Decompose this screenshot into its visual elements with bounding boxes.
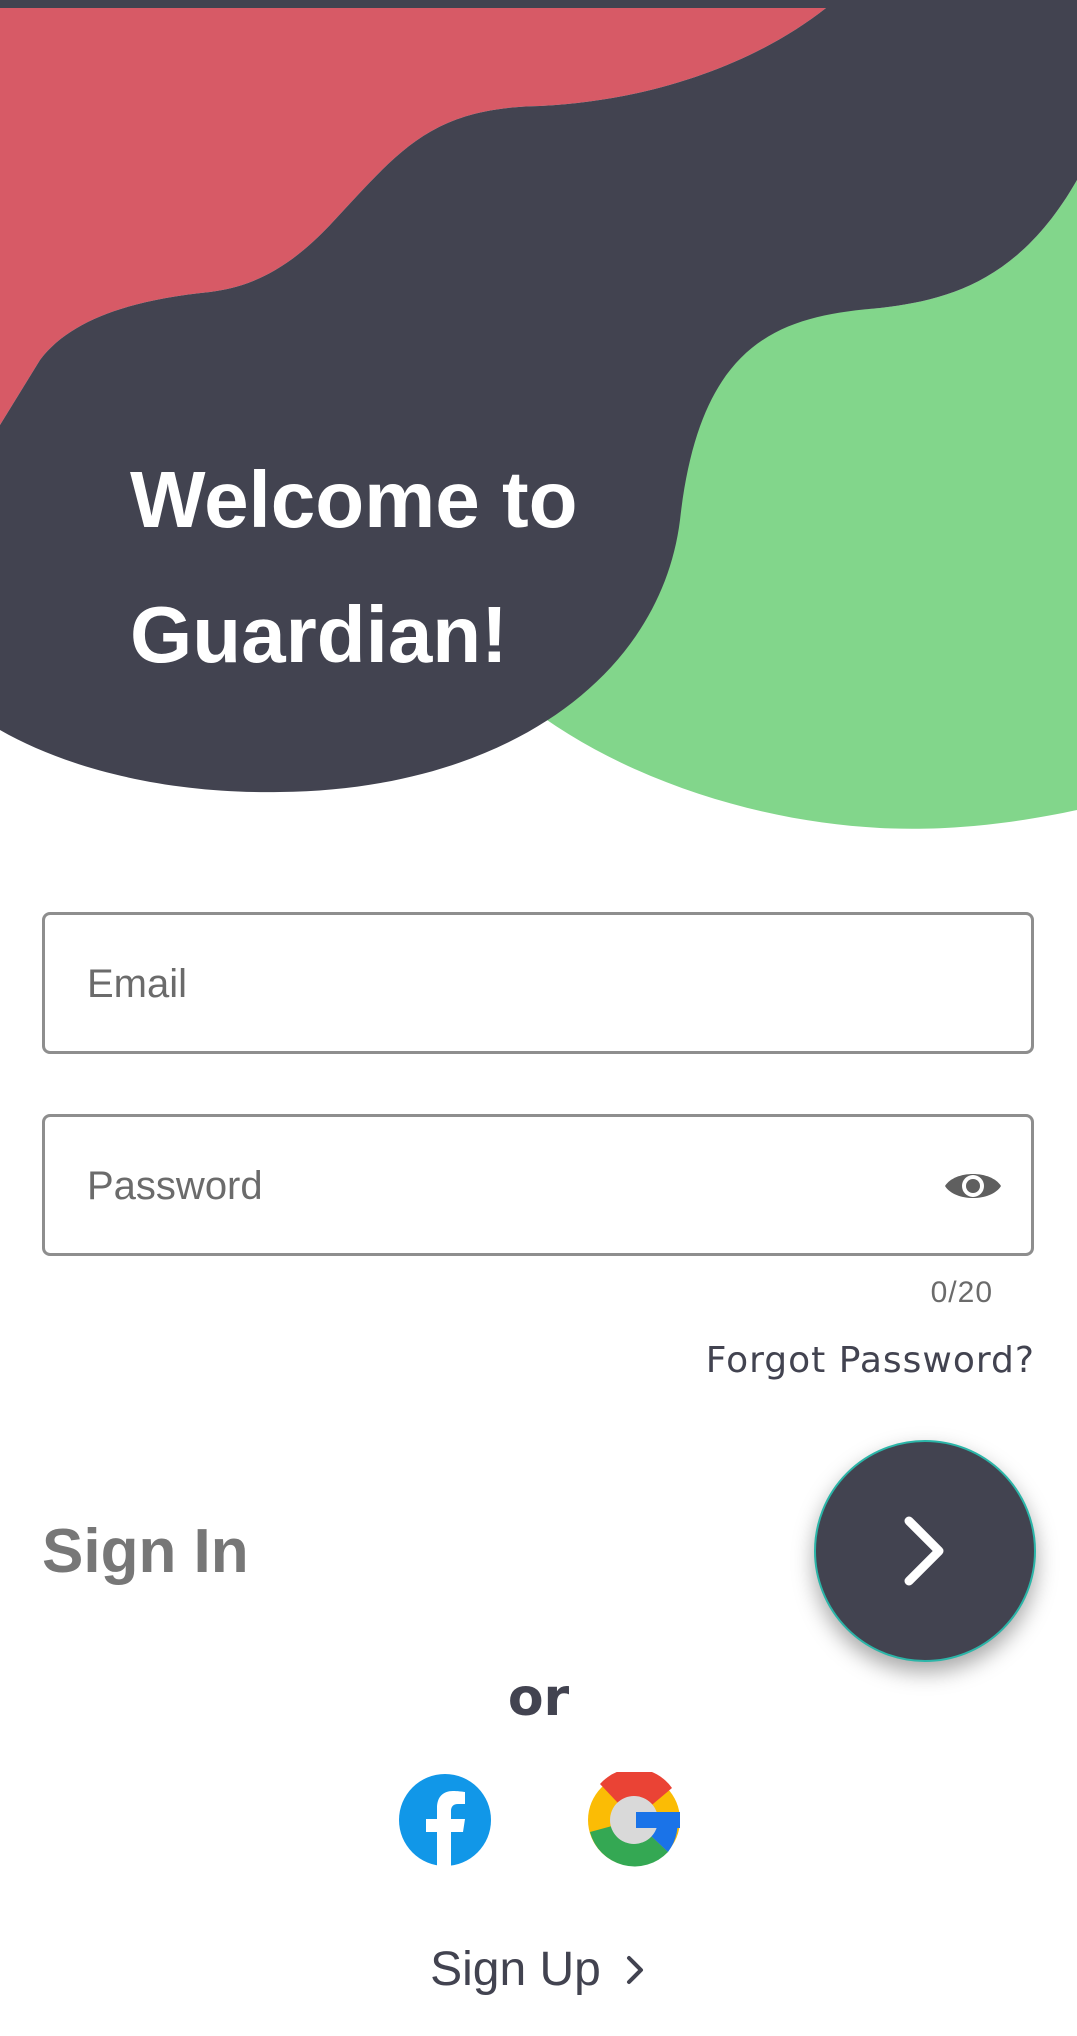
password-char-counter: 0/20	[930, 1276, 993, 1309]
google-login-button[interactable]	[586, 1768, 682, 1868]
sign-up-label: Sign Up	[430, 1943, 601, 1996]
welcome-title: Welcome to Guardian!	[130, 432, 578, 702]
status-bar-strip	[0, 0, 1077, 8]
hero-banner	[0, 0, 1077, 840]
email-field[interactable]	[42, 912, 1034, 1054]
sign-up-link[interactable]: Sign Up	[0, 1942, 1077, 1997]
chevron-right-icon	[904, 1516, 944, 1586]
google-icon	[588, 1768, 680, 1867]
eye-icon[interactable]	[943, 1161, 1003, 1211]
sign-in-heading: Sign In	[42, 1517, 249, 1586]
welcome-title-line-1: Welcome to	[130, 455, 578, 544]
facebook-icon	[399, 1774, 491, 1866]
chevron-right-icon	[626, 1955, 643, 1984]
password-field[interactable]	[42, 1114, 1034, 1256]
welcome-title-line-2: Guardian!	[130, 590, 508, 679]
password-input[interactable]	[85, 1117, 949, 1255]
forgot-password-link[interactable]: Forgot Password?	[706, 1340, 1035, 1381]
sign-in-submit-button[interactable]	[814, 1440, 1036, 1662]
facebook-login-button[interactable]	[397, 1772, 493, 1868]
or-divider: or	[507, 1668, 570, 1728]
email-input[interactable]	[85, 915, 949, 1053]
hero-wave-background	[0, 0, 1077, 840]
